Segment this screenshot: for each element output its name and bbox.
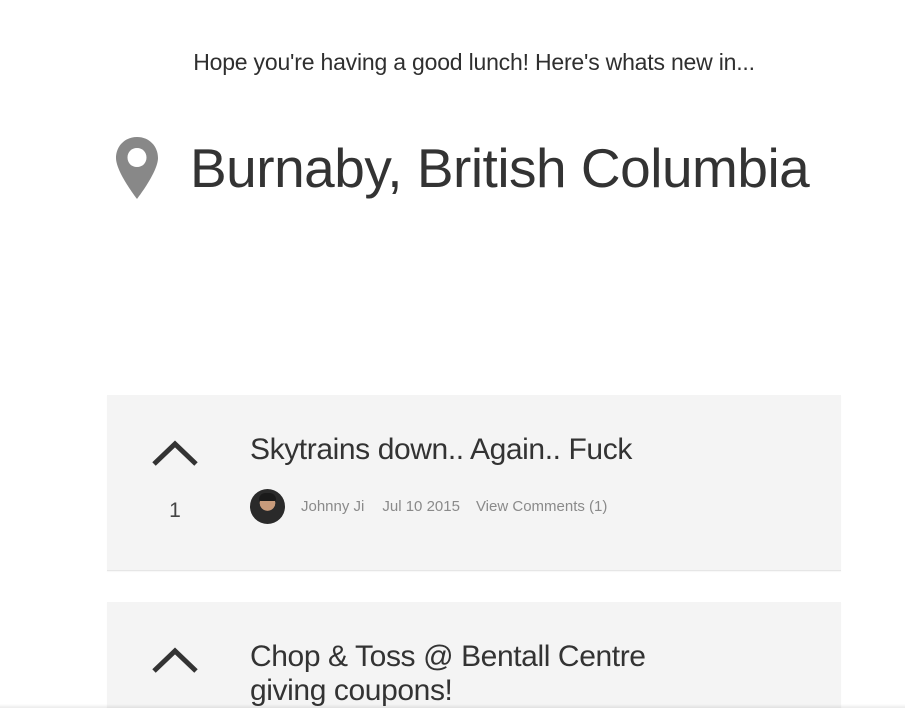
avatar (250, 489, 285, 524)
post-author: Johnny Ji (301, 498, 365, 515)
post-card: Chop & Toss @ Bentall Centre giving coup… (107, 602, 841, 708)
feed-page: Hope you're having a good lunch! Here's … (0, 0, 905, 708)
greeting-text: Hope you're having a good lunch! Here's … (193, 49, 755, 75)
post-title[interactable]: Skytrains down.. Again.. Fuck (250, 433, 810, 467)
post-title[interactable]: Chop & Toss @ Bentall Centre giving coup… (250, 640, 680, 708)
post-body: Skytrains down.. Again.. Fuck Johnny Ji … (250, 433, 810, 524)
post-body: Chop & Toss @ Bentall Centre giving coup… (250, 640, 680, 708)
upvote-chevron-icon[interactable] (151, 439, 199, 467)
vote-count: 1 (169, 499, 181, 522)
view-comments-link[interactable]: View Comments (1) (476, 498, 607, 515)
post-date: Jul 10 2015 (382, 498, 460, 515)
vote-widget (151, 646, 199, 674)
vote-widget: 1 (151, 439, 199, 523)
location-title: Burnaby, British Columbia (190, 137, 810, 199)
bottom-shadow (0, 704, 905, 708)
location-header: Burnaby, British Columbia (113, 132, 810, 204)
post-meta: Johnny Ji Jul 10 2015 View Comments (1) (250, 489, 810, 524)
map-pin-icon (116, 137, 158, 199)
upvote-chevron-icon[interactable] (151, 646, 199, 674)
post-card: 1 Skytrains down.. Again.. Fuck Johnny J… (107, 395, 841, 571)
